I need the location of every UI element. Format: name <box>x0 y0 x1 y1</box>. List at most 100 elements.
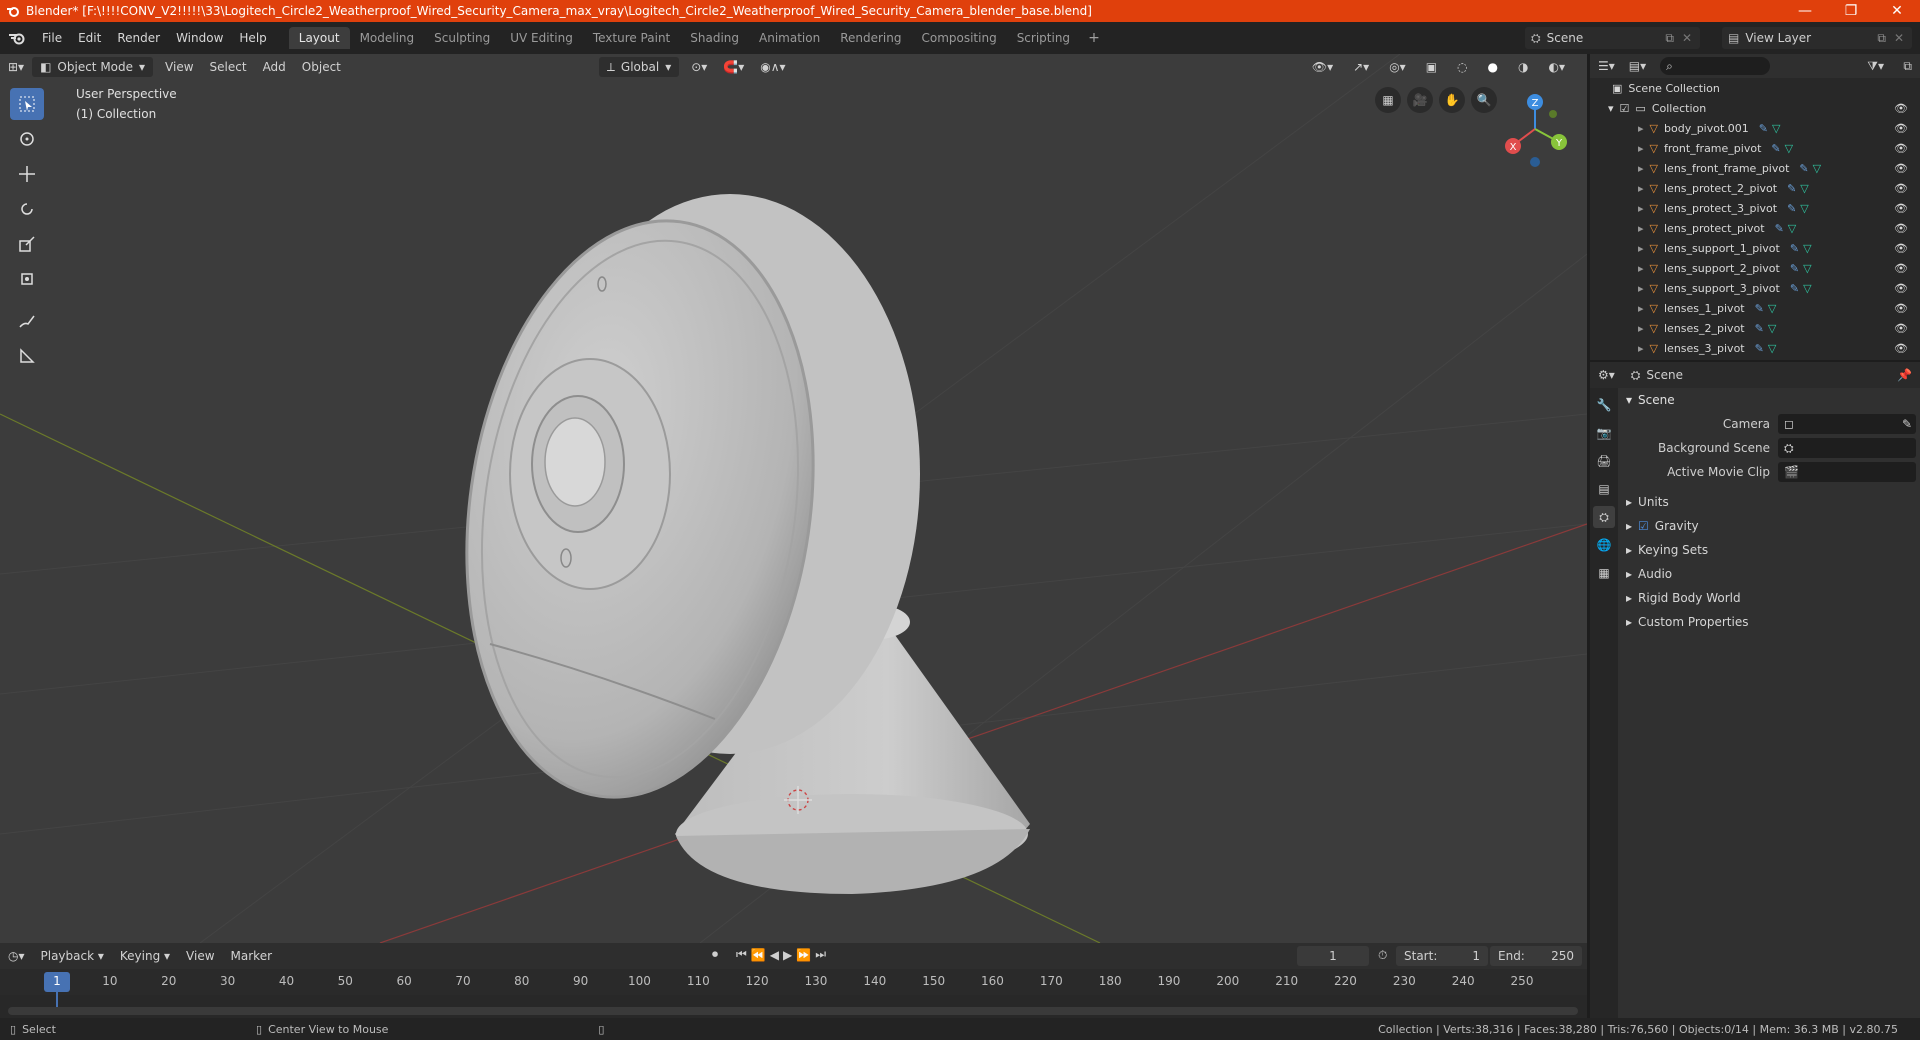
pan-hand-icon[interactable]: ✋ <box>1439 87 1465 113</box>
menu-select[interactable]: Select <box>202 57 255 77</box>
navigation-gizmo[interactable]: Z X Y <box>1495 84 1575 174</box>
move-tool-icon[interactable] <box>10 158 44 190</box>
current-frame-field[interactable]: 1 <box>1297 946 1369 966</box>
expand-arrow-icon[interactable]: ▸ <box>1638 322 1644 335</box>
outliner-item[interactable]: ▸ ▽ lens_support_3_pivot ✎ ▽ 👁 <box>1590 278 1920 298</box>
remove-scene-icon[interactable]: ✕ <box>1682 31 1692 45</box>
menu-file[interactable]: File <box>34 31 70 45</box>
outliner-item[interactable]: ▸ ▽ lenses_3_pivot ✎ ▽ 👁 <box>1590 338 1920 358</box>
expand-arrow-icon[interactable]: ▸ <box>1638 202 1644 215</box>
tab-animation[interactable]: Animation <box>749 27 830 49</box>
tab-uv-editing[interactable]: UV Editing <box>500 27 583 49</box>
select-box-tool-icon[interactable] <box>10 88 44 120</box>
tab-compositing[interactable]: Compositing <box>911 27 1006 49</box>
new-collection-icon[interactable]: ⧉ <box>1903 59 1912 74</box>
gravity-panel[interactable]: ▸ ☑ Gravity <box>1618 514 1920 538</box>
outliner-item[interactable]: ▸ ▽ lens_support_2_pivot ✎ ▽ 👁 <box>1590 258 1920 278</box>
checkbox-icon[interactable]: ☑ <box>1620 102 1630 115</box>
outliner-item[interactable]: ▸ ▽ front_frame_pivot ✎ ▽ 👁 <box>1590 138 1920 158</box>
menu-window[interactable]: Window <box>168 31 231 45</box>
world-tab-icon[interactable]: 🌐 <box>1593 534 1615 556</box>
tab-layout[interactable]: Layout <box>288 27 350 49</box>
outliner-item[interactable]: ▸ ▽ lens_protect_pivot ✎ ▽ 👁 <box>1590 218 1920 238</box>
menu-object[interactable]: Object <box>294 57 349 77</box>
expand-arrow-icon[interactable]: ▸ <box>1638 342 1644 355</box>
transform-tool-icon[interactable] <box>10 263 44 295</box>
camera-field[interactable]: ◻ ✎ <box>1778 414 1916 434</box>
jump-start-icon[interactable]: ⏮ <box>736 947 747 962</box>
measure-tool-icon[interactable] <box>10 340 44 372</box>
expand-arrow-icon[interactable]: ▸ <box>1638 282 1644 295</box>
menu-timeline-view[interactable]: View <box>178 946 222 966</box>
pivot-point-icon[interactable]: ⊙▾ <box>683 57 715 77</box>
next-keyframe-icon[interactable]: ⏩ <box>796 948 811 962</box>
render-tab-icon[interactable]: 📷 <box>1593 422 1615 444</box>
eye-icon[interactable]: 👁 <box>1894 162 1908 175</box>
background-scene-field[interactable]: ⛭ <box>1778 438 1916 458</box>
keying-sets-panel[interactable]: ▸ Keying Sets <box>1618 538 1920 562</box>
maximize-button[interactable]: ❐ <box>1828 0 1874 22</box>
visibility-icon[interactable]: 👁▾ <box>1304 57 1341 77</box>
overlay-toggle-icon[interactable]: ◎▾ <box>1381 57 1414 77</box>
output-tab-icon[interactable]: 🖨 <box>1593 450 1615 472</box>
eyedropper-icon[interactable]: ✎ <box>1902 417 1912 431</box>
play-icon[interactable]: ▶ <box>783 948 792 962</box>
eye-icon[interactable]: 👁 <box>1894 182 1908 195</box>
display-mode-icon[interactable]: ▤▾ <box>1629 59 1646 73</box>
cursor-tool-icon[interactable] <box>10 123 44 155</box>
transform-orientation-dropdown[interactable]: ⟂ Global ▾ <box>598 57 680 77</box>
expand-arrow-icon[interactable]: ▸ <box>1638 142 1644 155</box>
timeline-ruler[interactable]: 1 10 20 30 40 50 60 70 80 90 100 110 120 130 140 150 160… <box>0 969 1587 1011</box>
eye-icon[interactable]: 👁 <box>1894 102 1908 115</box>
grid-view-icon[interactable]: ▦ <box>1375 87 1401 113</box>
pin-icon[interactable]: 📌 <box>1897 368 1912 382</box>
tool-tab-icon[interactable]: 🔧 <box>1593 394 1615 416</box>
add-workspace-icon[interactable]: + <box>1080 30 1108 46</box>
record-icon[interactable]: ⏺ <box>712 947 718 962</box>
units-panel[interactable]: ▸ Units <box>1618 490 1920 514</box>
expand-arrow-icon[interactable]: ▸ <box>1638 262 1644 275</box>
filter-icon[interactable]: ⧩▾ <box>1867 59 1884 74</box>
custom-properties-panel[interactable]: ▸ Custom Properties <box>1618 610 1920 634</box>
xray-toggle-icon[interactable]: ▣ <box>1418 57 1445 77</box>
collection-row[interactable]: ▾ ☑ ▭ Collection 👁 <box>1590 98 1920 118</box>
view-layer-selector[interactable]: ▤ View Layer ⧉ ✕ <box>1722 27 1912 49</box>
menu-edit[interactable]: Edit <box>70 31 109 45</box>
menu-view[interactable]: View <box>157 57 201 77</box>
close-button[interactable]: ✕ <box>1874 0 1920 22</box>
gravity-checkbox[interactable]: ☑ <box>1638 519 1649 533</box>
scale-tool-icon[interactable] <box>10 228 44 260</box>
menu-help[interactable]: Help <box>231 31 274 45</box>
eye-icon[interactable]: 👁 <box>1894 242 1908 255</box>
scene-panel-header[interactable]: ▾ Scene <box>1618 388 1920 412</box>
menu-render[interactable]: Render <box>109 31 168 45</box>
outliner-item[interactable]: ▸ ▽ lens_protect_2_pivot ✎ ▽ 👁 <box>1590 178 1920 198</box>
blender-logo-icon[interactable] <box>0 28 34 48</box>
menu-add[interactable]: Add <box>255 57 294 77</box>
timeline-scrollbar[interactable] <box>8 1007 1578 1015</box>
outliner-item[interactable]: ▸ ▽ lens_support_1_pivot ✎ ▽ 👁 <box>1590 238 1920 258</box>
camera-view-icon[interactable]: 🎥 <box>1407 87 1433 113</box>
tab-sculpting[interactable]: Sculpting <box>424 27 500 49</box>
active-movie-clip-field[interactable]: 🎬 <box>1778 462 1916 482</box>
zoom-icon[interactable]: 🔍 <box>1471 87 1497 113</box>
jump-end-icon[interactable]: ⏭ <box>815 947 826 962</box>
rotate-tool-icon[interactable] <box>10 193 44 225</box>
expand-arrow-icon[interactable]: ▾ <box>1608 102 1614 115</box>
eye-icon[interactable]: 👁 <box>1894 322 1908 335</box>
rendered-shading-icon[interactable]: ◐▾ <box>1541 57 1574 77</box>
outliner-item[interactable]: ▸ ▽ lens_front_frame_pivot ✎ ▽ 👁 <box>1590 158 1920 178</box>
eye-icon[interactable]: 👁 <box>1894 222 1908 235</box>
eye-icon[interactable]: 👁 <box>1894 142 1908 155</box>
eye-icon[interactable]: 👁 <box>1894 202 1908 215</box>
expand-arrow-icon[interactable]: ▸ <box>1638 222 1644 235</box>
eye-icon[interactable]: 👁 <box>1894 282 1908 295</box>
expand-arrow-icon[interactable]: ▸ <box>1638 302 1644 315</box>
eye-icon[interactable]: 👁 <box>1894 122 1908 135</box>
object-mode-dropdown[interactable]: ◧ Object Mode ▾ <box>32 57 154 77</box>
tab-shading[interactable]: Shading <box>680 27 749 49</box>
expand-arrow-icon[interactable]: ▸ <box>1638 242 1644 255</box>
audio-panel[interactable]: ▸ Audio <box>1618 562 1920 586</box>
scene-tab-icon[interactable]: ⛭ <box>1593 506 1615 528</box>
properties-editor-icon[interactable]: ⚙▾ <box>1598 368 1615 382</box>
